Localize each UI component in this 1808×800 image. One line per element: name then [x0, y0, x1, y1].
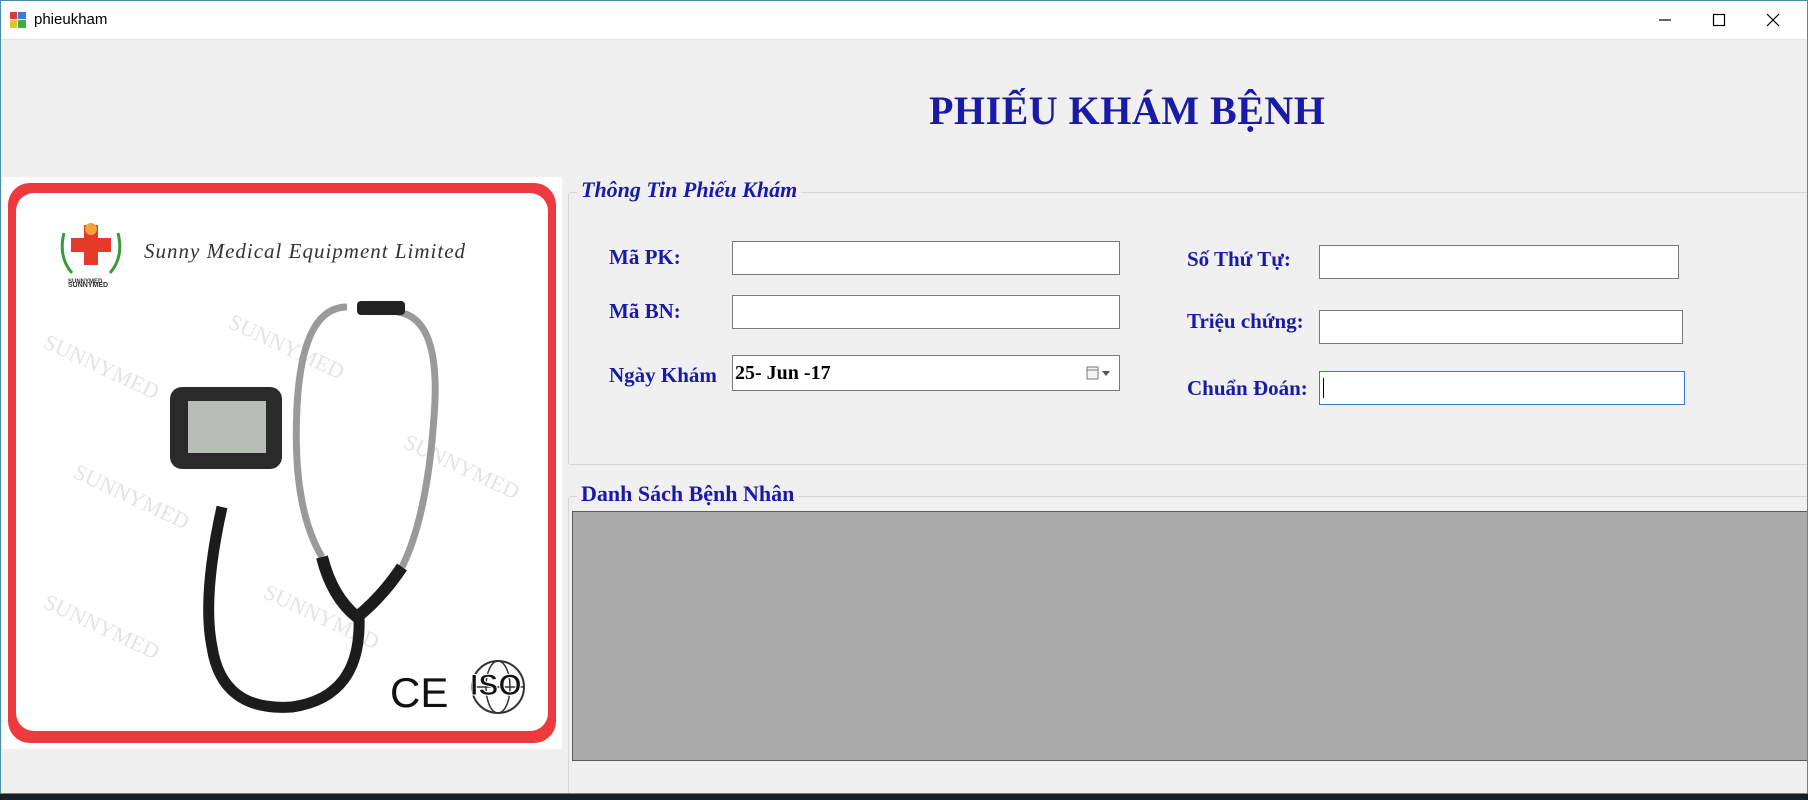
ngay-kham-value: 25- Jun -17 [735, 362, 831, 384]
chuan-doan-label: Chuẩn Đoán: [1187, 376, 1308, 400]
ma-bn-input[interactable] [732, 295, 1120, 329]
ngay-kham-datepicker[interactable]: 25- Jun -17 [732, 355, 1120, 391]
app-window: phieukham PHIẾU KHÁM BỆNH SUNNYMED SUNNY… [0, 0, 1808, 794]
maximize-button[interactable] [1693, 1, 1745, 39]
so-thu-tu-label: Số Thứ Tự: [1187, 247, 1291, 271]
iso-mark: ISO [470, 669, 523, 703]
title-bar[interactable]: phieukham [1, 1, 1807, 40]
window-title: phieukham [34, 11, 108, 28]
trieu-chung-input[interactable] [1319, 310, 1683, 344]
calendar-dropdown-icon[interactable] [1085, 365, 1113, 381]
company-name: Sunny Medical Equipment Limited [144, 239, 467, 263]
patient-list-grid[interactable] [572, 511, 1807, 761]
ngay-kham-label: Ngày Khám [609, 363, 717, 387]
maximize-icon [1712, 13, 1726, 27]
brand-label: SUNNYMED [68, 279, 103, 285]
chuan-doan-input[interactable] [1319, 371, 1685, 405]
ma-bn-label: Mã BN: [609, 299, 681, 323]
app-icon [10, 12, 26, 28]
info-group-legend: Thông Tin Phiếu Khám [577, 177, 802, 203]
minimize-button[interactable] [1639, 1, 1691, 39]
so-thu-tu-input[interactable] [1319, 245, 1679, 279]
page-title: PHIẾU KHÁM BỆNH [929, 88, 1326, 133]
ma-pk-input[interactable] [732, 241, 1120, 275]
ma-pk-label: Mã PK: [609, 245, 681, 269]
trieu-chung-label: Triệu chứng: [1187, 309, 1304, 333]
close-icon [1766, 13, 1780, 27]
minimize-icon [1659, 19, 1671, 21]
patient-list-legend: Danh Sách Bệnh Nhân [577, 481, 799, 507]
text-caret [1323, 378, 1324, 398]
ce-mark: CE [390, 669, 448, 716]
close-button[interactable] [1747, 1, 1799, 39]
product-image: SUNNYMED SUNNYMED SUNNYMED SUNNYMED SUNN… [2, 177, 562, 749]
